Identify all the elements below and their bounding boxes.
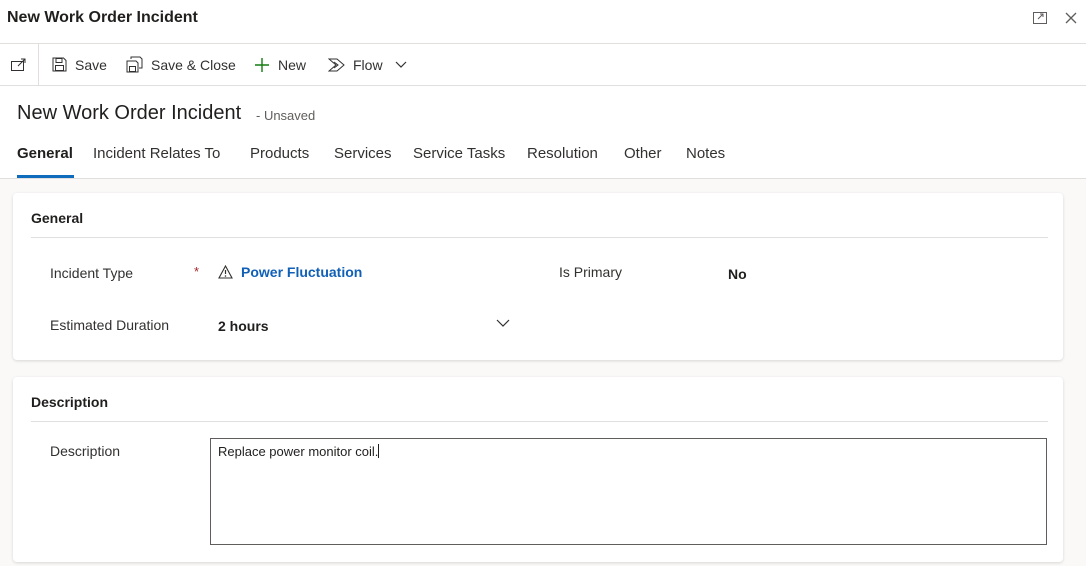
- chevron-down-icon: [395, 61, 407, 68]
- tab-notes[interactable]: Notes: [686, 145, 725, 162]
- expand-window-button[interactable]: [1030, 9, 1050, 27]
- description-text: Replace power monitor coil.: [218, 444, 379, 459]
- section-title-description: Description: [31, 394, 109, 410]
- warning-icon: [218, 265, 233, 279]
- record-title: New Work Order Incident: [17, 102, 242, 124]
- save-button[interactable]: Save: [52, 44, 107, 85]
- tab-services[interactable]: Services: [334, 145, 392, 162]
- section-divider: [31, 237, 1048, 238]
- flow-icon: [328, 58, 345, 71]
- tab-resolution[interactable]: Resolution: [527, 145, 598, 162]
- flow-dropdown-button[interactable]: [395, 44, 415, 85]
- window-titlebar: New Work Order Incident: [0, 0, 1086, 44]
- text-caret: [378, 444, 380, 458]
- incident-type-label: Incident Type: [50, 265, 134, 281]
- close-icon: [1065, 12, 1077, 24]
- description-label: Description: [50, 443, 121, 459]
- chevron-down-icon: [496, 319, 510, 327]
- save-and-close-label: Save & Close: [151, 56, 236, 73]
- flow-button[interactable]: Flow: [328, 44, 383, 85]
- incident-type-link[interactable]: Power Fluctuation: [241, 264, 362, 280]
- active-tab-indicator: [17, 175, 74, 178]
- tab-other[interactable]: Other: [624, 145, 662, 162]
- section-title-general: General: [31, 210, 84, 226]
- new-button[interactable]: New: [254, 44, 306, 85]
- command-bar: Save Save & Close New Flow: [0, 44, 1086, 86]
- open-in-new-window-button[interactable]: [0, 44, 39, 85]
- plus-icon: [255, 57, 269, 72]
- section-divider: [31, 421, 1048, 422]
- is-primary-label: Is Primary: [559, 264, 622, 280]
- new-label: New: [278, 56, 307, 73]
- tab-incident-relates-to[interactable]: Incident Relates To: [93, 145, 220, 162]
- estimated-duration-value: 2 hours: [218, 318, 269, 334]
- description-textarea[interactable]: Replace power monitor coil.: [210, 438, 1047, 545]
- description-section: Description Description Replace power mo…: [13, 377, 1063, 562]
- record-header: New Work Order Incident - Unsaved Genera…: [0, 86, 1086, 179]
- open-in-new-window-icon: [11, 58, 26, 71]
- is-primary-value[interactable]: No: [728, 266, 747, 282]
- tab-general[interactable]: General: [17, 145, 73, 162]
- estimated-duration-select[interactable]: 2 hours: [218, 313, 510, 339]
- tab-products[interactable]: Products: [250, 145, 309, 162]
- save-and-close-button[interactable]: Save & Close: [126, 44, 236, 85]
- save-and-close-icon: [126, 56, 143, 73]
- incident-type-lookup[interactable]: Power Fluctuation: [218, 264, 362, 280]
- required-indicator: *: [194, 264, 200, 279]
- window-title: New Work Order Incident: [7, 9, 198, 26]
- expand-icon: [1033, 12, 1047, 24]
- save-icon: [52, 57, 67, 72]
- estimated-duration-label: Estimated Duration: [50, 317, 170, 333]
- record-save-status: - Unsaved: [256, 108, 316, 123]
- close-button[interactable]: [1061, 9, 1081, 27]
- flow-label: Flow: [353, 56, 383, 73]
- tab-service-tasks[interactable]: Service Tasks: [413, 145, 505, 162]
- general-section: General Incident Type * Power Fluctuatio…: [13, 193, 1063, 360]
- save-label: Save: [75, 56, 107, 73]
